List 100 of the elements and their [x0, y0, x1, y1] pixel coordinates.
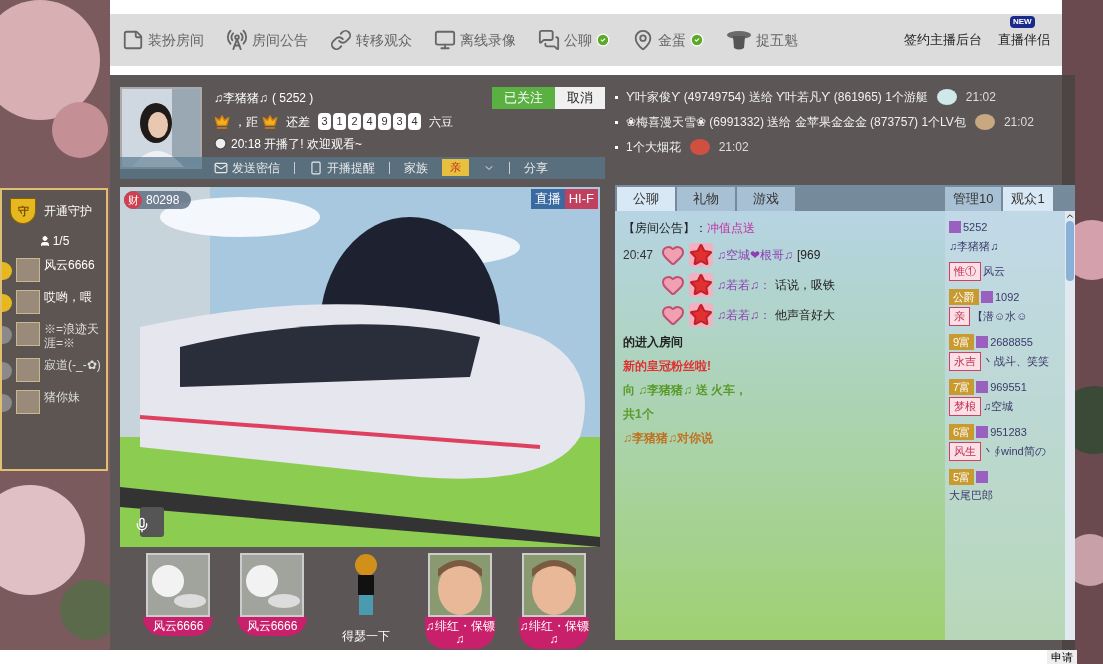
user-name[interactable]: 【潜☺水☺: [972, 308, 1028, 325]
action-link[interactable]: 开播提醒: [309, 158, 375, 177]
vip-icon: [949, 221, 961, 234]
system-message: 向 ♫李猪猪♫ 送 火车，: [623, 382, 747, 399]
action-link[interactable]: 发送密信: [214, 158, 280, 177]
message-time: 20:47: [623, 247, 655, 264]
unit-label: 六豆: [429, 113, 453, 131]
user-tag: 永吉: [949, 352, 981, 371]
vip-icon: [976, 470, 989, 483]
rank-badge: 7富: [949, 378, 975, 395]
user-name[interactable]: ♫李猪猪♫: [949, 237, 999, 254]
seat-name-tag[interactable]: ♫绯红・保镖♫: [519, 617, 589, 649]
seat-name-tag[interactable]: 风云6666: [143, 617, 213, 636]
user-name[interactable]: 丶∮wind简の: [983, 443, 1046, 460]
video-tag: 直播: [530, 189, 565, 209]
member-name[interactable]: ※=浪迹天涯=※: [44, 322, 102, 350]
system-message: 共1个: [623, 406, 654, 423]
rank-badge: 6富: [949, 423, 975, 440]
digit: 3: [318, 113, 331, 130]
digit: 1: [333, 113, 346, 130]
system-message: ♫李猪猪♫对你说: [623, 430, 713, 447]
gift-text: 1个大烟花: [626, 139, 681, 156]
toolbar-button[interactable]: 公聊: [538, 29, 610, 51]
member-name[interactable]: 哎哟，喂: [44, 290, 102, 304]
gift-time: 21:02: [1003, 114, 1034, 131]
crown-icon: [214, 113, 230, 130]
user-tab[interactable]: 管理10: [945, 187, 1002, 211]
heart-badge-icon: [661, 273, 685, 297]
chat-tab[interactable]: 公聊: [617, 187, 675, 211]
chat-tab[interactable]: 礼物: [677, 187, 735, 211]
notice-label: 【房间公告】：: [623, 220, 707, 237]
chat-text: [969: [797, 247, 821, 264]
gift-text: ❀梅喜漫天雪❀ (6991332) 送给 金苹果金金金 (873757) 1个LV包: [626, 114, 966, 131]
heart-badge-icon: [661, 243, 685, 267]
scroll-up-icon[interactable]: [1065, 211, 1075, 221]
toolbar-button[interactable]: 离线录像: [434, 29, 516, 51]
member-name[interactable]: 猪你妹: [44, 390, 102, 404]
member-avatar: [16, 290, 40, 314]
apply-button[interactable]: 申请: [1047, 650, 1077, 664]
chat-tab[interactable]: 游戏: [737, 187, 795, 211]
user-id: 969551: [990, 379, 1027, 395]
vip-icon: [976, 380, 989, 393]
member-avatar: [16, 258, 40, 282]
toolbar-button[interactable]: 金蛋: [632, 29, 704, 51]
digit: 2: [348, 113, 361, 130]
chat-user[interactable]: ♫空城❤根哥♫: [717, 246, 793, 264]
user-name[interactable]: 风云: [983, 263, 1005, 280]
toolbar-button[interactable]: 房间公告: [226, 29, 308, 51]
rank-badge: 公爵: [949, 288, 979, 305]
hat-icon: [726, 29, 752, 51]
user-name[interactable]: 大尾巴郎: [949, 487, 993, 504]
map-pin-icon: [632, 29, 654, 51]
digit: 4: [363, 113, 376, 130]
member-avatar: [16, 390, 40, 414]
chat-icon: [538, 29, 560, 51]
toolbar-link[interactable]: 直播伴侣: [998, 32, 1050, 48]
distance-label: ，距: [234, 113, 258, 131]
chat-user[interactable]: ♫若若♫：: [717, 276, 771, 294]
action-link[interactable]: 家族: [404, 158, 428, 177]
gap-label: 还差: [286, 113, 310, 131]
new-badge: NEW: [1010, 16, 1035, 29]
phone-icon: [309, 160, 323, 175]
toolbar-link[interactable]: 签约主播后台: [904, 32, 982, 48]
unfollow-button[interactable]: 取消: [555, 87, 605, 109]
seat-name[interactable]: 得瑟一下: [342, 627, 390, 645]
user-name[interactable]: ♫空城: [983, 398, 1014, 415]
action-link[interactable]: 分享: [524, 158, 548, 177]
note-icon: [122, 29, 144, 51]
user-id: 1092: [995, 289, 1020, 305]
seat-name-tag[interactable]: ♫绯红・保镖♫: [425, 617, 495, 649]
toolbar-button[interactable]: 装扮房间: [122, 29, 204, 51]
system-message: 的进入房间: [623, 334, 683, 351]
gift-time: 21:02: [965, 89, 996, 106]
open-guard-button[interactable]: 开通守护: [44, 202, 92, 220]
vip-icon: [981, 290, 993, 303]
mail-icon: [214, 160, 228, 175]
heart-badge-icon: [661, 303, 685, 327]
microphone-icon: [134, 517, 150, 533]
user-tab[interactable]: 观众1: [1003, 187, 1053, 211]
notice-link[interactable]: 冲值点送: [707, 219, 755, 237]
star-badge-icon: [689, 243, 713, 267]
user-name[interactable]: 丶战斗、笑笑: [983, 353, 1049, 370]
star-badge-icon: [689, 273, 713, 297]
user-id: 2688855: [990, 334, 1033, 350]
scroll-thumb[interactable]: [1066, 221, 1074, 281]
toolbar-button[interactable]: 转移观众: [330, 29, 412, 51]
toolbar-button[interactable]: 捉五魁: [726, 29, 798, 51]
member-avatar: [16, 358, 40, 382]
star-badge-icon: [689, 303, 713, 327]
chat-user[interactable]: ♫若若♫：: [717, 306, 771, 324]
digit: 9: [378, 113, 391, 130]
member-name[interactable]: 风云6666: [44, 258, 102, 272]
wealth-value: 80298: [146, 192, 180, 209]
seat-name-tag[interactable]: 风云6666: [237, 617, 307, 636]
gift-icon: [688, 137, 711, 157]
member-name[interactable]: 寂道(-_-✿): [44, 358, 102, 372]
vip-icon: [976, 335, 989, 348]
family-badge: 亲: [442, 159, 469, 176]
bullet-icon: [615, 95, 618, 99]
scrollbar[interactable]: [1065, 211, 1075, 640]
